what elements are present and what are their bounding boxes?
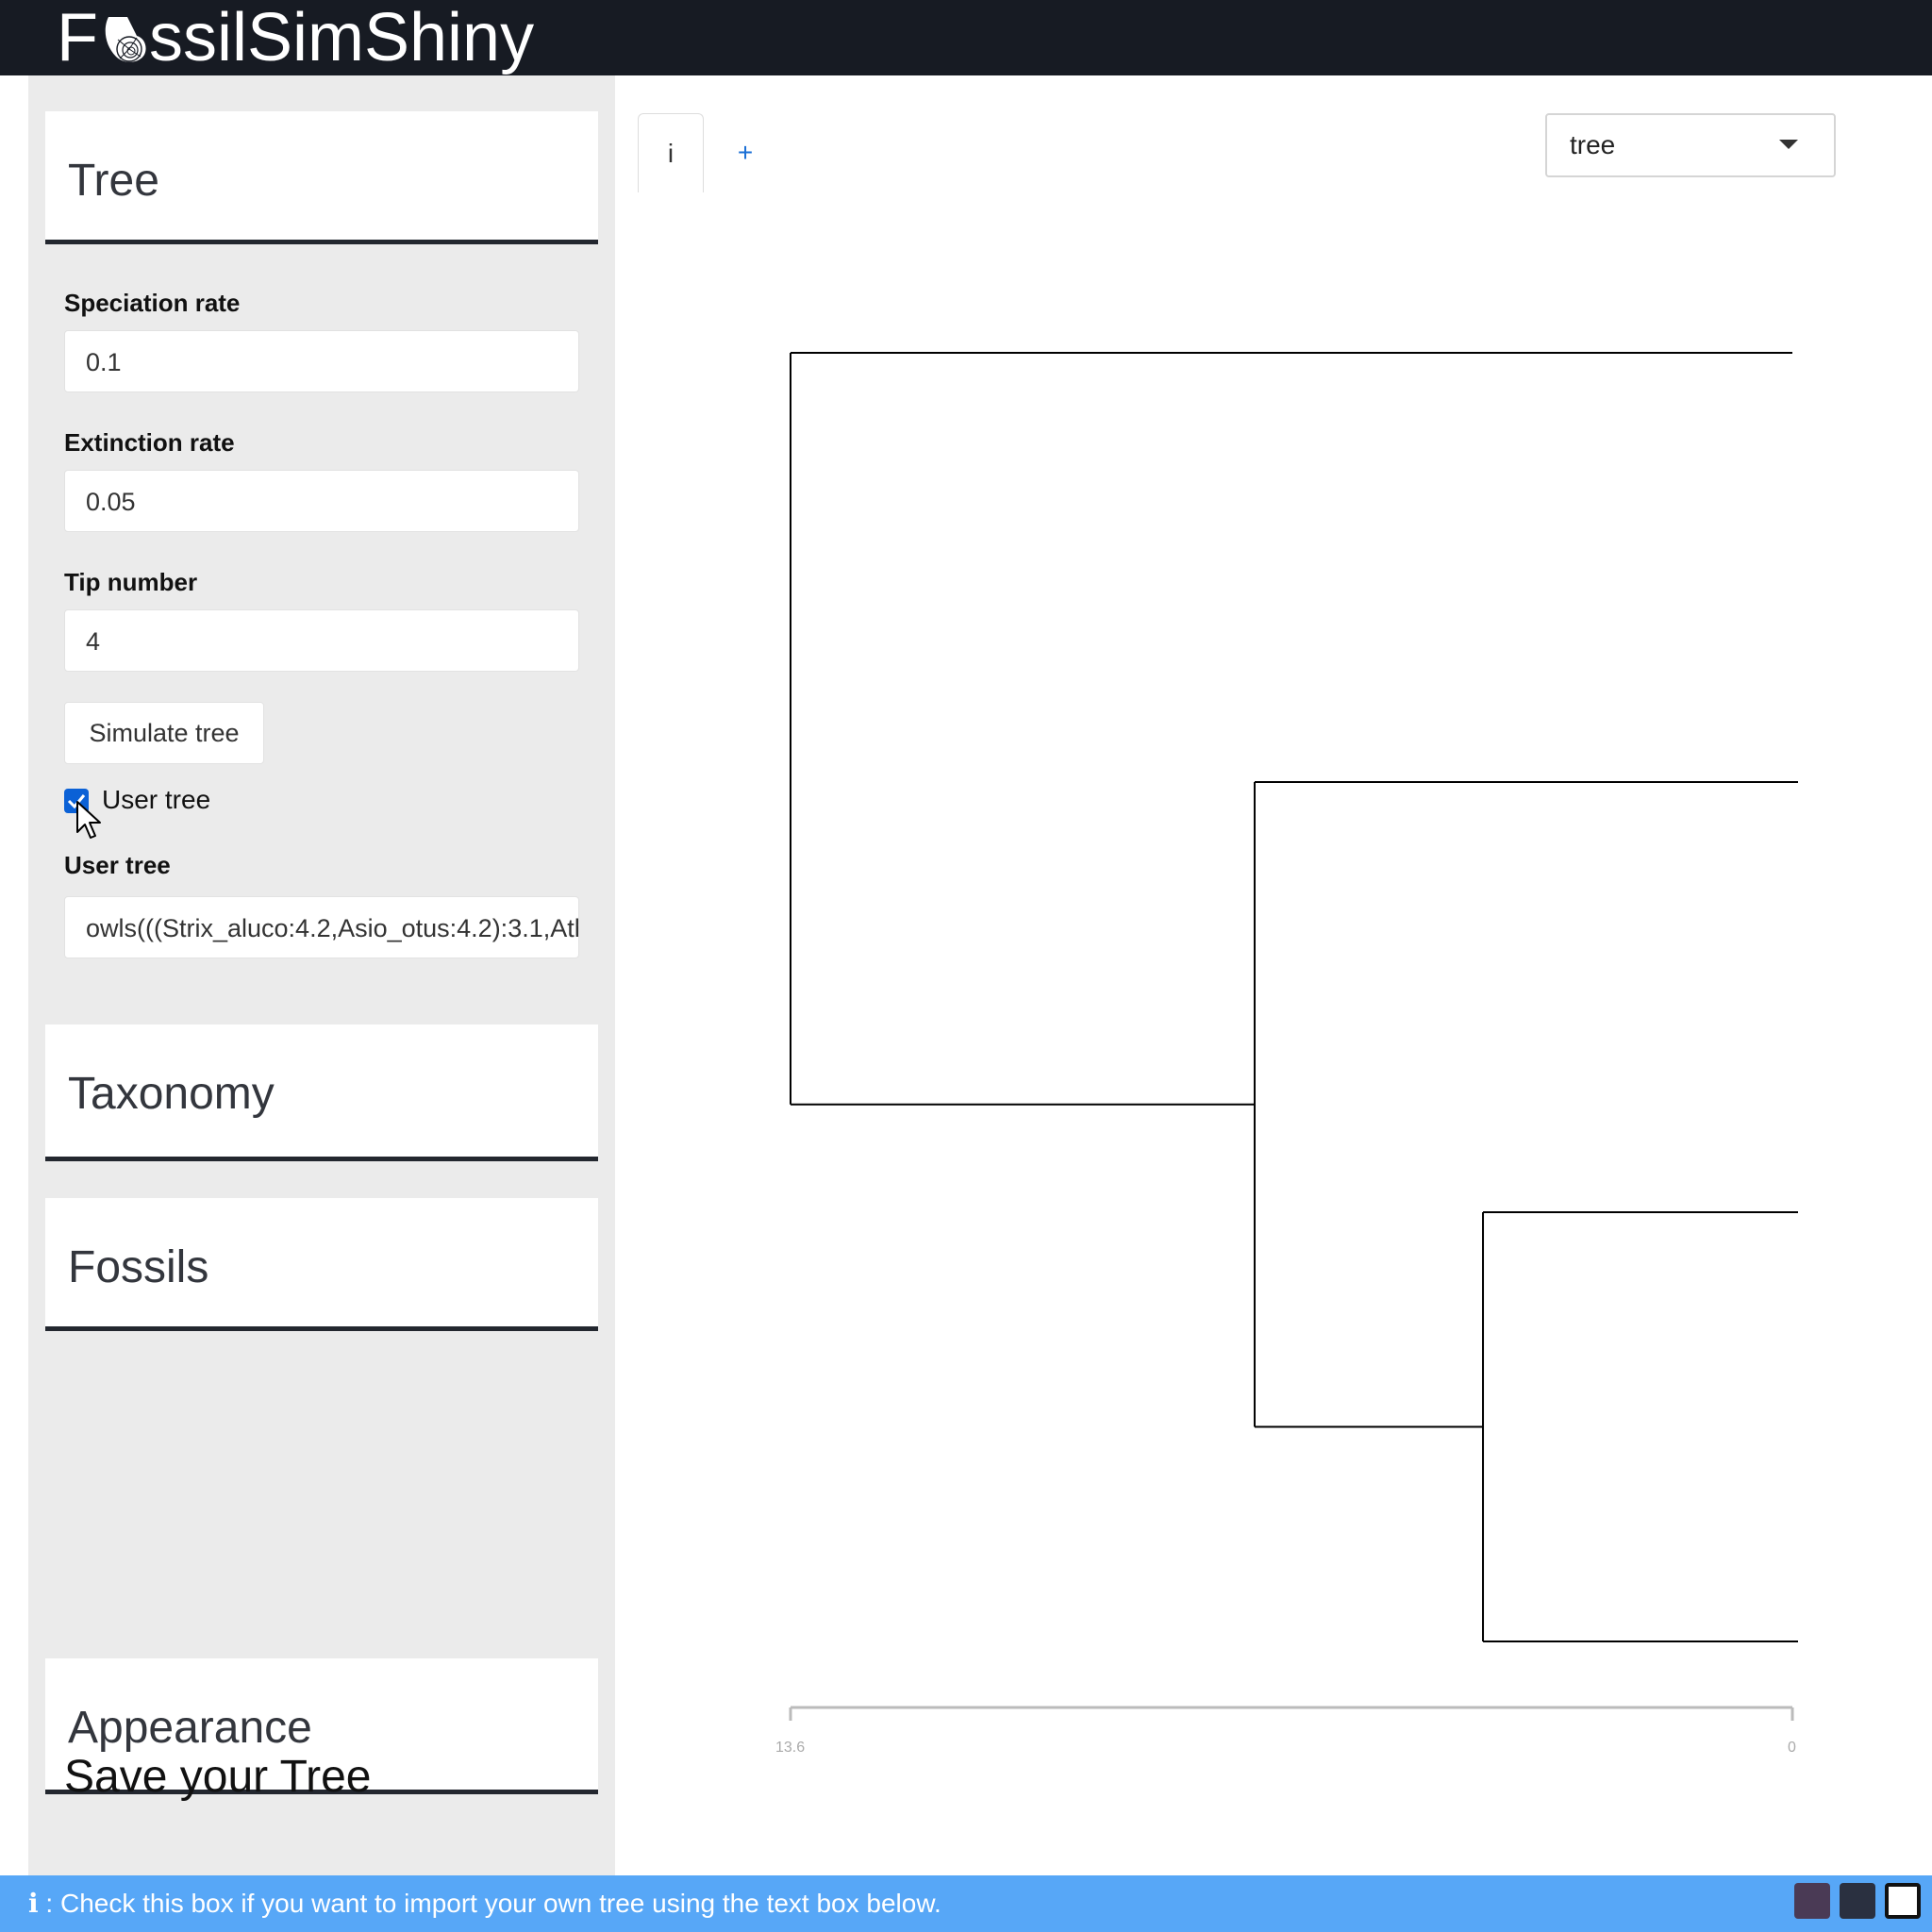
- notification-text: ℹ : Check this box if you want to import…: [28, 1889, 941, 1918]
- theme-swatch-3[interactable]: [1885, 1883, 1921, 1919]
- axis-tick-label-right: 0: [1788, 1740, 1796, 1756]
- theme-swatch-2[interactable]: [1840, 1883, 1875, 1919]
- notification-bar: ℹ : Check this box if you want to import…: [0, 1875, 1932, 1932]
- theme-swatch-1[interactable]: [1794, 1883, 1830, 1919]
- axis-tick-label-left: 13.6: [775, 1740, 806, 1756]
- tree-plot: [789, 352, 1798, 1721]
